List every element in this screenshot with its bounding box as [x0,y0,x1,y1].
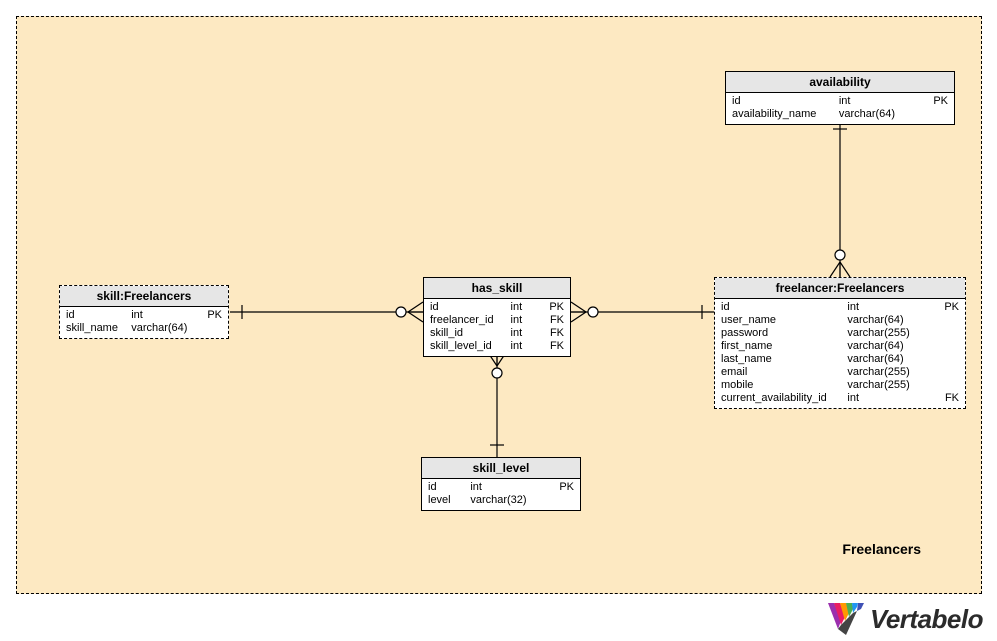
entity-title: skill:Freelancers [60,286,228,307]
column-mark: PK [930,301,959,313]
column-mark [546,494,574,506]
column-type: varchar(64) [839,108,910,120]
column-mark: FK [930,392,959,404]
column-mark: FK [539,340,564,352]
column-type: int [511,314,532,326]
vertabelo-logo-icon [828,603,864,635]
column-type: int [511,327,532,339]
column-type: int [511,340,532,352]
column-type: int [131,309,193,321]
column-name: password [721,327,839,339]
column-name: id [428,481,462,493]
entity-skill[interactable]: skill:Freelancers id int PK skill_name v… [59,285,229,339]
column-mark [930,353,959,365]
column-type: varchar(64) [847,314,922,326]
column-type: varchar(255) [847,379,922,391]
column-type: int [847,301,922,313]
column-mark: PK [918,95,948,107]
column-name: id [721,301,839,313]
column-type: varchar(64) [131,322,193,334]
column-name: mobile [721,379,839,391]
column-mark: PK [546,481,574,493]
column-type: varchar(255) [847,366,922,378]
column-type: varchar(64) [847,353,922,365]
column-name: freelancer_id [430,314,503,326]
entity-title: has_skill [424,278,570,299]
entity-title: availability [726,72,954,93]
column-type: int [470,481,538,493]
vertabelo-logo-text: Vertabelo [870,604,983,635]
column-name: id [732,95,831,107]
column-mark [918,108,948,120]
column-mark [201,322,222,334]
column-name: id [66,309,123,321]
erd-canvas: availability id int PK availability_name… [16,16,982,594]
column-mark [930,366,959,378]
entity-title: skill_level [422,458,580,479]
column-name: last_name [721,353,839,365]
column-mark [930,314,959,326]
column-name: skill_level_id [430,340,503,352]
entity-has-skill[interactable]: has_skill id int PK freelancer_id int FK… [423,277,571,357]
region-label: Freelancers [842,541,921,557]
column-name: availability_name [732,108,831,120]
column-type: int [847,392,922,404]
entity-title: freelancer:Freelancers [715,278,965,299]
column-mark [930,340,959,352]
column-mark: PK [539,301,564,313]
column-name: skill_name [66,322,123,334]
column-name: current_availability_id [721,392,839,404]
column-name: user_name [721,314,839,326]
column-name: first_name [721,340,839,352]
entity-skill-level[interactable]: skill_level id int PK level varchar(32) [421,457,581,511]
entity-freelancer[interactable]: freelancer:Freelancers id int PK user_na… [714,277,966,409]
column-name: level [428,494,462,506]
column-name: id [430,301,503,313]
column-mark: FK [539,314,564,326]
column-mark: FK [539,327,564,339]
column-mark [930,379,959,391]
column-type: varchar(64) [847,340,922,352]
column-type: varchar(32) [470,494,538,506]
column-type: int [839,95,910,107]
column-type: varchar(255) [847,327,922,339]
column-name: email [721,366,839,378]
column-mark [930,327,959,339]
vertabelo-logo: Vertabelo [828,603,983,635]
column-type: int [511,301,532,313]
column-name: skill_id [430,327,503,339]
column-mark: PK [201,309,222,321]
entity-availability[interactable]: availability id int PK availability_name… [725,71,955,125]
